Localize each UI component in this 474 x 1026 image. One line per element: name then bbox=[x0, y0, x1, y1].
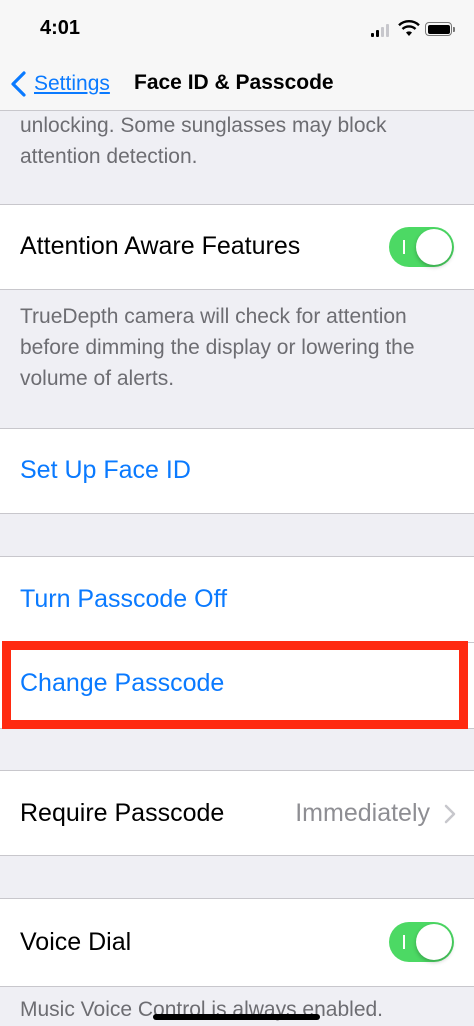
voice-footer-text: Music Voice Control is always enabled. bbox=[20, 998, 384, 1021]
chevron-right-icon bbox=[444, 804, 456, 824]
home-indicator[interactable] bbox=[153, 1014, 320, 1020]
back-label: Settings bbox=[34, 72, 110, 95]
status-bar: 4:01 bbox=[0, 0, 474, 58]
signal-icon bbox=[371, 23, 391, 37]
require-passcode-label: Require Passcode bbox=[20, 799, 225, 827]
attention-aware-label: Attention Aware Features bbox=[20, 232, 301, 260]
voice-dial-toggle[interactable] bbox=[389, 922, 454, 962]
wifi-icon bbox=[398, 20, 420, 36]
highlight-annotation-box bbox=[2, 641, 468, 729]
require-passcode-value: Immediately bbox=[295, 799, 430, 827]
require-passcode-row[interactable]: Require Passcode Immediately bbox=[0, 770, 474, 856]
page-title: Face ID & Passcode bbox=[134, 71, 334, 94]
status-time: 4:01 bbox=[40, 17, 81, 39]
battery-icon bbox=[425, 22, 455, 36]
turn-passcode-off-button[interactable]: Turn Passcode Off bbox=[20, 585, 227, 614]
attention-aware-toggle[interactable] bbox=[389, 227, 454, 267]
navigation-bar: Settings Face ID & Passcode bbox=[0, 58, 474, 111]
set-up-face-id-label: Set Up Face ID bbox=[20, 456, 191, 484]
attention-footer-text: TrueDepth camera will check for attentio… bbox=[20, 305, 415, 390]
set-up-face-id-row[interactable]: Set Up Face ID bbox=[0, 428, 474, 514]
voice-dial-row[interactable]: Voice Dial bbox=[0, 898, 474, 987]
back-button[interactable]: Settings bbox=[10, 68, 110, 100]
voice-dial-label: Voice Dial bbox=[20, 928, 132, 956]
sunglasses-footer-text: unlocking. Some sunglasses may block att… bbox=[20, 114, 387, 168]
attention-aware-row[interactable]: Attention Aware Features bbox=[0, 204, 474, 290]
chevron-left-icon bbox=[11, 71, 26, 97]
